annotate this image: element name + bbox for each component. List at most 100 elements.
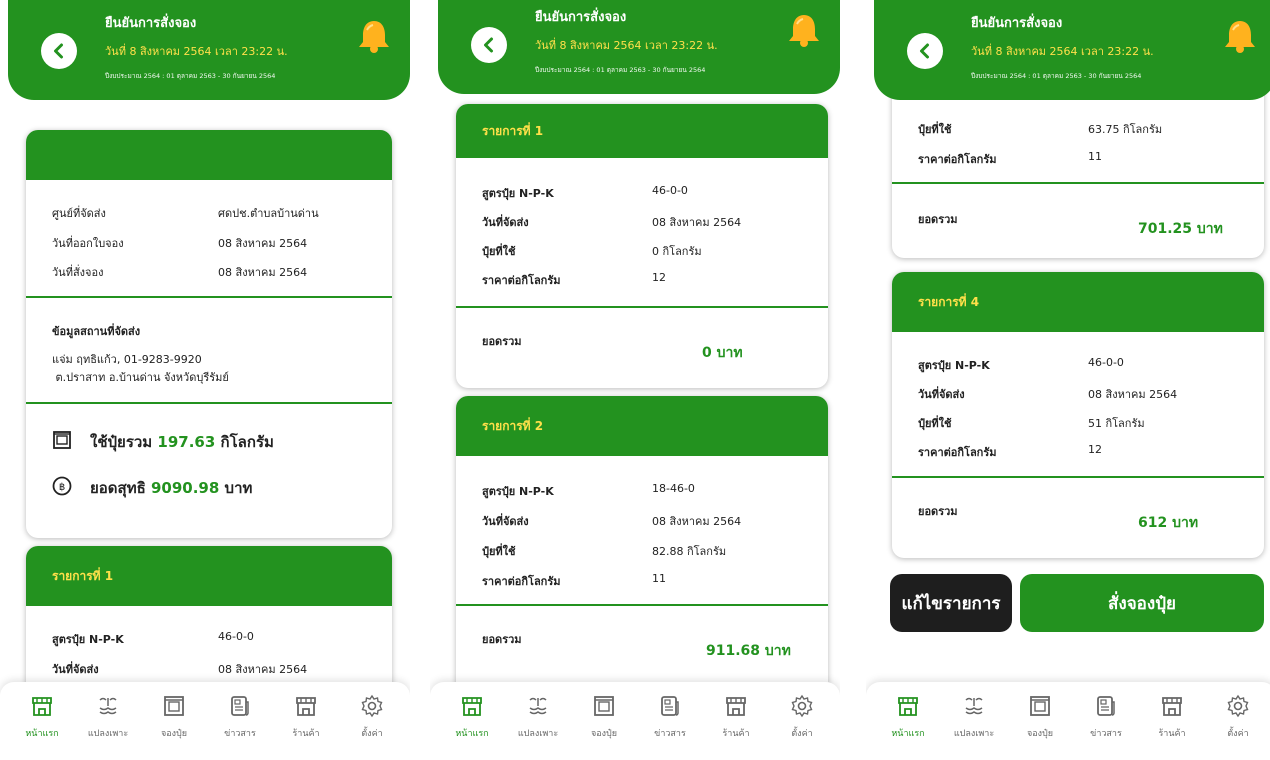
gear-icon [361, 694, 383, 718]
bell-icon[interactable] [1220, 18, 1260, 54]
bell-icon[interactable] [784, 12, 824, 48]
ship-date-value: 08 สิงหาคม 2564 [652, 515, 742, 528]
nav-booking[interactable]: จองปุ๋ย [142, 694, 206, 740]
nav-plots[interactable]: แปลงเพาะ [76, 694, 140, 740]
fertilizer-bag-icon [164, 696, 184, 716]
bottom-nav: หน้าแรก แปลงเพาะ จองปุ๋ย ข่าวสาร ร้านค้า… [430, 682, 840, 760]
screen-summary: ยืนยันการสั่งจอง วันที่ 8 สิงหาคม 2564 เ… [0, 0, 410, 760]
app-header: ยืนยันการสั่งจอง วันที่ 8 สิงหาคม 2564 เ… [874, 0, 1270, 100]
item-title: รายการที่ 4 [892, 272, 1264, 332]
net-total-value: 9090.98 [150, 479, 220, 497]
summary-card: ศูนย์ที่จัดส่ง ศดปช.ตำบลบ้านด่าน วันที่อ… [26, 130, 392, 538]
net-total: ยอดสุทธิ 9090.98 บาท [90, 479, 253, 497]
used-value: 63.75 กิโลกรัม [1088, 123, 1163, 136]
page-title: ยืนยันการสั่งจอง [971, 16, 1063, 31]
total-value: 0 บาท [702, 345, 743, 361]
formula-label: สูตรปุ๋ย N-P-K [918, 359, 990, 372]
divider [26, 296, 392, 298]
total-kg-value: 197.63 [157, 433, 216, 451]
total-label: ยอดรวม [918, 505, 958, 518]
item-title: รายการที่ 2 [456, 396, 828, 456]
address-line-2: ต.ปราสาท อ.บ้านด่าน จังหวัดบุรีรัมย์ [52, 371, 229, 384]
total-value: 701.25 บาท [1138, 221, 1223, 237]
nav-home[interactable]: หน้าแรก [440, 694, 504, 740]
nav-news[interactable]: ข่าวสาร [208, 694, 272, 740]
total-kg: ใช้ปุ๋ยรวม 197.63 กิโลกรัม [90, 433, 274, 451]
price-value: 12 [652, 271, 666, 284]
nav-plots[interactable]: แปลงเพาะ [506, 694, 570, 740]
ship-date-label: วันที่จัดส่ง [918, 388, 965, 401]
nav-settings[interactable]: ตั้งค่า [340, 694, 404, 740]
nav-home[interactable]: หน้าแรก [876, 694, 940, 740]
nav-news[interactable]: ข่าวสาร [638, 694, 702, 740]
header-budget: ปีงบประมาณ 2564 : 01 ตุลาคม 2563 - 30 กั… [971, 72, 1142, 80]
divider [26, 402, 392, 404]
formula-label: สูตรปุ๋ย N-P-K [482, 187, 554, 200]
formula-value: 46-0-0 [218, 630, 254, 643]
summary-card-header [26, 130, 392, 180]
used-label: ปุ๋ยที่ใช้ [918, 417, 952, 430]
fertilizer-bag-icon [53, 431, 71, 449]
total-value: 612 บาท [1138, 515, 1199, 531]
price-label: ราคาต่อกิโลกรัม [918, 446, 997, 459]
header-date: วันที่ 8 สิงหาคม 2564 เวลา 23:22 น. [105, 45, 288, 58]
price-label: ราคาต่อกิโลกรัม [482, 575, 561, 588]
total-label: ยอดรวม [482, 633, 522, 646]
used-value: 82.88 กิโลกรัม [652, 545, 727, 558]
bottom-nav: หน้าแรก แปลงเพาะ จองปุ๋ย ข่าวสาร ร้านค้า… [866, 682, 1270, 760]
center-label: ศูนย์ที่จัดส่ง [52, 207, 106, 220]
nav-news[interactable]: ข่าวสาร [1074, 694, 1138, 740]
ship-date-label: วันที่จัดส่ง [482, 216, 529, 229]
price-label: ราคาต่อกิโลกรัม [918, 153, 997, 166]
page-title: ยืนยันการสั่งจอง [535, 10, 627, 25]
header-date: วันที่ 8 สิงหาคม 2564 เวลา 23:22 น. [971, 45, 1154, 58]
used-label: ปุ๋ยที่ใช้ [482, 245, 516, 258]
store-icon [32, 697, 52, 716]
page-title: ยืนยันการสั่งจอง [105, 16, 197, 31]
divider [892, 182, 1264, 184]
screen-confirm: ปุ๋ยที่ใช้ 63.75 กิโลกรัม ราคาต่อกิโลกรั… [866, 0, 1270, 760]
nav-settings[interactable]: ตั้งค่า [770, 694, 834, 740]
item-card-2: รายการที่ 2 สูตรปุ๋ย N-P-K 18-46-0 วันที… [456, 396, 828, 696]
nav-shop[interactable]: ร้านค้า [274, 694, 338, 740]
bell-icon[interactable] [354, 18, 394, 54]
nav-booking[interactable]: จองปุ๋ย [572, 694, 636, 740]
app-header: ยืนยันการสั่งจอง วันที่ 8 สิงหาคม 2564 เ… [438, 0, 840, 94]
nav-home[interactable]: หน้าแรก [10, 694, 74, 740]
back-button[interactable] [41, 33, 77, 69]
order-fertilizer-button[interactable]: สั่งจองปุ๋ย [1020, 574, 1264, 632]
used-label: ปุ๋ยที่ใช้ [918, 123, 952, 136]
svg-text:฿: ฿ [59, 482, 65, 493]
item-title: รายการที่ 1 [26, 546, 392, 606]
chevron-left-icon [54, 43, 63, 59]
ship-date-label: วันที่จัดส่ง [52, 663, 99, 676]
used-value: 0 กิโลกรัม [652, 245, 702, 258]
store-icon [898, 697, 918, 716]
center-value: ศดปช.ตำบลบ้านด่าน [218, 207, 319, 220]
fertilizer-bag-icon [1030, 696, 1050, 716]
nav-settings[interactable]: ตั้งค่า [1206, 694, 1270, 740]
gear-icon [1227, 694, 1249, 718]
nav-shop[interactable]: ร้านค้า [1140, 694, 1204, 740]
order-date-value: 08 สิงหาคม 2564 [218, 266, 308, 279]
issue-date-value: 08 สิงหาคม 2564 [218, 237, 308, 250]
ship-date-value: 08 สิงหาคม 2564 [218, 663, 308, 676]
gear-icon [791, 694, 813, 718]
item-card-1: รายการที่ 1 สูตรปุ๋ย N-P-K 46-0-0 วันที่… [456, 104, 828, 388]
nav-plots[interactable]: แปลงเพาะ [942, 694, 1006, 740]
sprout-icon [965, 697, 983, 715]
divider [456, 306, 828, 308]
store-icon [462, 697, 482, 716]
edit-items-button[interactable]: แก้ไขรายการ [890, 574, 1012, 632]
chevron-left-icon [484, 37, 493, 53]
ship-date-label: วันที่จัดส่ง [482, 515, 529, 528]
store-icon [1162, 697, 1182, 716]
back-button[interactable] [471, 27, 507, 63]
formula-label: สูตรปุ๋ย N-P-K [52, 633, 124, 646]
back-button[interactable] [907, 33, 943, 69]
nav-booking[interactable]: จองปุ๋ย [1008, 694, 1072, 740]
formula-value: 18-46-0 [652, 482, 695, 495]
nav-shop[interactable]: ร้านค้า [704, 694, 768, 740]
ship-date-value: 08 สิงหาคม 2564 [652, 216, 742, 229]
header-budget: ปีงบประมาณ 2564 : 01 ตุลาคม 2563 - 30 กั… [535, 66, 706, 74]
